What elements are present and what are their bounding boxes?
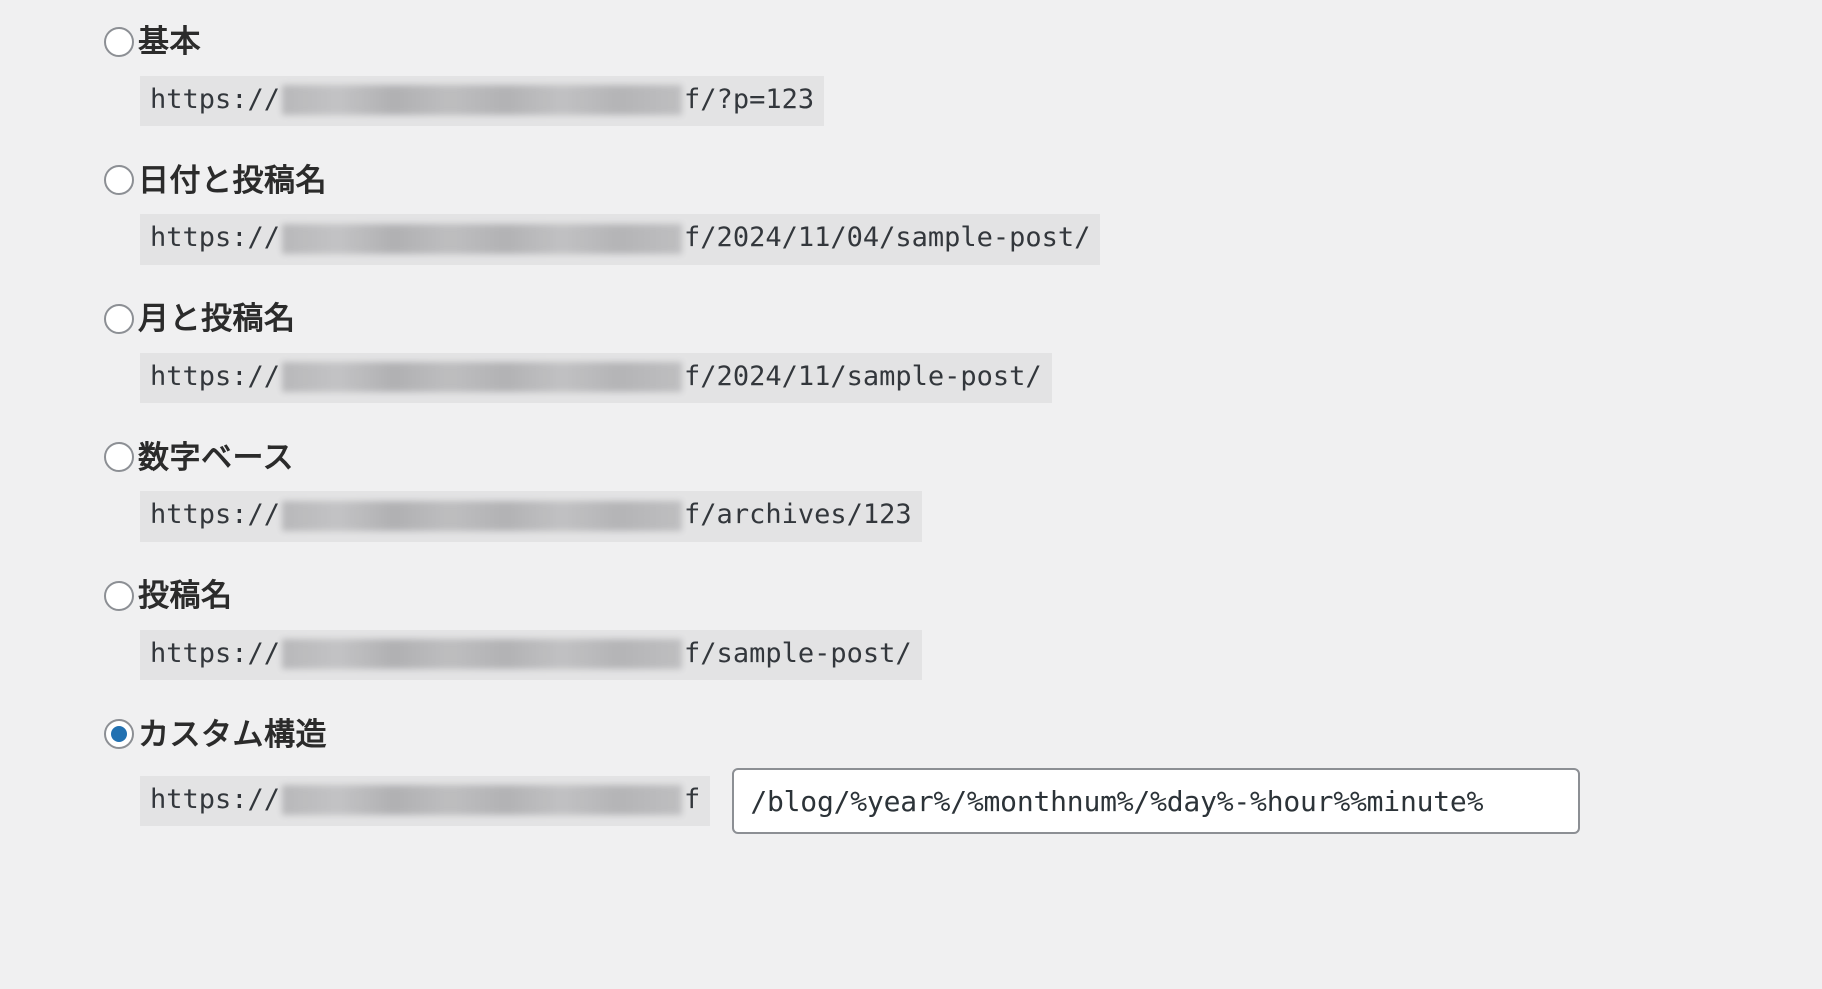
permalink-option-label[interactable]: 月と投稿名 <box>138 300 296 337</box>
permalink-preview-code: https:// f/?p=123 <box>140 76 825 127</box>
permalink-option-post-name: 投稿名 https:// f/sample-post/ <box>0 568 1822 681</box>
permalink-option-label[interactable]: 投稿名 <box>138 577 233 614</box>
permalink-preview-plain: https:// f/?p=123 <box>140 76 1822 127</box>
preview-path: f/2024/11/04/sample-post/ <box>684 222 1091 254</box>
preview-path: f/sample-post/ <box>684 637 912 669</box>
preview-scheme: https:// <box>150 637 281 669</box>
permalink-option-label[interactable]: 数字ベース <box>138 439 294 476</box>
preview-path: f/?p=123 <box>684 84 815 115</box>
preview-scheme: https:// <box>150 222 281 254</box>
permalink-option-label[interactable]: 基本 <box>138 23 201 60</box>
permalink-option-day-and-name: 日付と投稿名 https:// f/2024/11/04/sample-post/ <box>0 152 1822 265</box>
radio-custom[interactable] <box>104 719 134 750</box>
permalink-preview-custom: https:// f <box>140 768 1822 835</box>
preview-path: f/2024/11/sample-post/ <box>684 360 1042 392</box>
permalink-option-custom: カスタム構造 https:// f <box>0 706 1822 835</box>
permalink-preview-code: https:// f <box>140 775 711 827</box>
permalink-option-numeric: 数字ベース https:// f/archives/123 <box>0 429 1822 542</box>
permalink-option-plain: 基本 https:// f/?p=123 <box>0 14 1822 127</box>
permalink-option-month-and-name: 月と投稿名 https:// f/2024/11/sample-post/ <box>0 291 1822 404</box>
permalink-option-label[interactable]: 日付と投稿名 <box>138 162 327 199</box>
preview-path: f/archives/123 <box>684 499 912 531</box>
radio-post-name[interactable] <box>104 580 134 611</box>
permalink-preview-day-and-name: https:// f/2024/11/04/sample-post/ <box>140 214 1822 265</box>
permalink-settings-form: 基本 https:// f/?p=123 日付と投稿名 https:// f/202… <box>0 0 1822 989</box>
custom-structure-input[interactable] <box>732 768 1581 835</box>
permalink-preview-code: https:// f/2024/11/04/sample-post/ <box>140 214 1101 265</box>
permalink-preview-month-and-name: https:// f/2024/11/sample-post/ <box>140 352 1822 404</box>
preview-scheme: https:// <box>150 783 281 815</box>
redacted-domain <box>282 223 683 254</box>
permalink-option-header: 投稿名 <box>104 568 1822 624</box>
radio-plain[interactable] <box>104 27 134 57</box>
permalink-option-header: 基本 <box>104 14 1822 70</box>
permalink-preview-numeric: https:// f/archives/123 <box>140 491 1822 542</box>
permalink-preview-code: https:// f/sample-post/ <box>140 629 922 681</box>
redacted-domain <box>282 85 683 116</box>
permalink-option-header: 日付と投稿名 <box>104 152 1822 208</box>
redacted-domain <box>282 362 683 393</box>
permalink-option-header: カスタム構造 <box>104 706 1822 762</box>
permalink-preview-code: https:// f/2024/11/sample-post/ <box>140 352 1052 404</box>
preview-scheme: https:// <box>150 499 281 531</box>
permalink-option-header: 数字ベース <box>104 429 1822 485</box>
redacted-domain <box>282 785 683 816</box>
preview-path: f <box>684 783 701 815</box>
redacted-domain <box>282 638 683 669</box>
preview-scheme: https:// <box>150 360 281 392</box>
radio-month-and-name[interactable] <box>104 303 134 334</box>
radio-numeric[interactable] <box>104 442 134 473</box>
radio-day-and-name[interactable] <box>104 165 134 196</box>
permalink-option-label[interactable]: カスタム構造 <box>138 716 327 753</box>
permalink-preview-code: https:// f/archives/123 <box>140 491 922 542</box>
permalink-option-header: 月と投稿名 <box>104 291 1822 347</box>
permalink-preview-post-name: https:// f/sample-post/ <box>140 629 1822 681</box>
preview-scheme: https:// <box>150 84 281 115</box>
redacted-domain <box>282 500 683 531</box>
